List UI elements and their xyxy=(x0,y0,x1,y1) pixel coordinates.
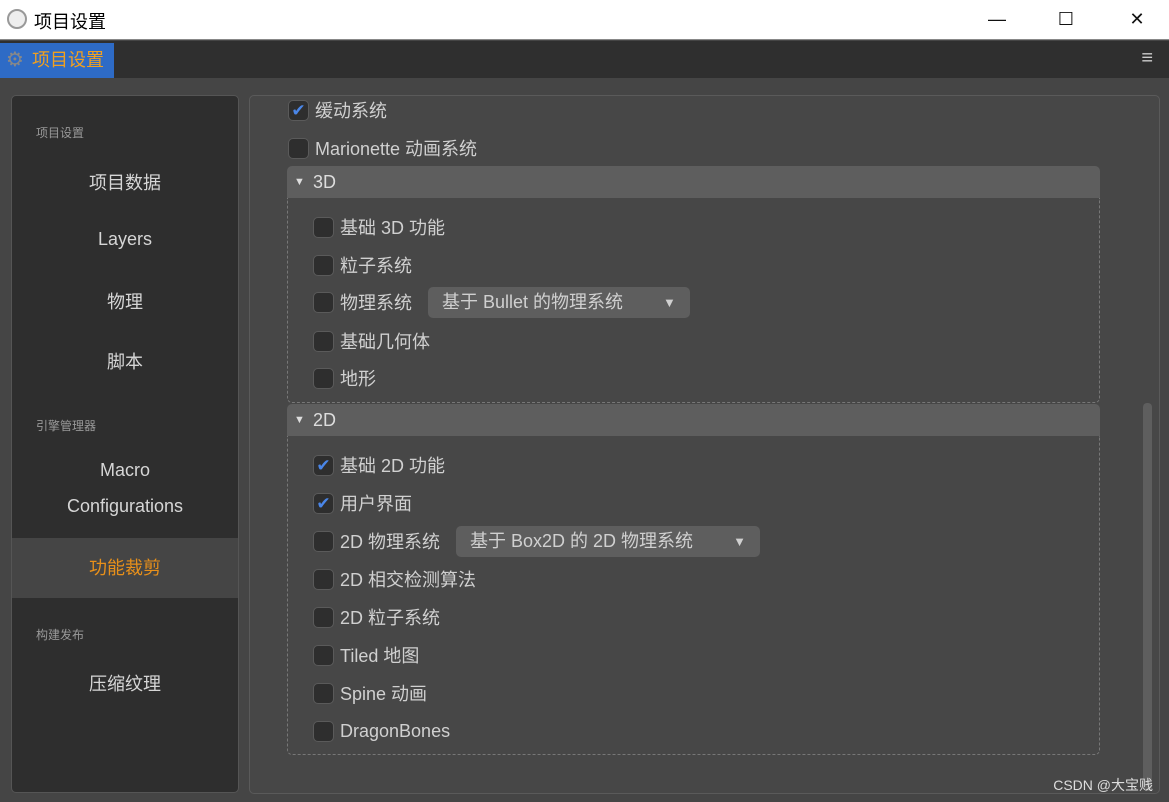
sidebar-item-project-data[interactable]: 项目数据 xyxy=(12,169,238,195)
sidebar-item-physics[interactable]: 物理 xyxy=(12,288,238,314)
checkbox-row: ✔ 用户界面 xyxy=(313,491,412,515)
select-value: 基于 Bullet 的物理系统 xyxy=(442,291,624,312)
checkbox[interactable] xyxy=(313,216,334,238)
checkbox[interactable]: ✔ xyxy=(313,492,334,514)
chevron-down-icon: ▼ xyxy=(663,294,676,310)
checkbox[interactable] xyxy=(313,644,334,666)
checkbox-row: 2D 物理系统 基于 Box2D 的 2D 物理系统 ▼ xyxy=(313,525,760,557)
checkbox-row: Spine 动画 xyxy=(313,681,427,705)
checkbox-label[interactable]: 2D 粒子系统 xyxy=(340,604,440,630)
sidebar-item-macro-configurations[interactable]: Macro Configurations xyxy=(12,452,238,516)
group-title: 3D xyxy=(313,172,337,192)
group-2d-body xyxy=(287,436,1100,755)
checkbox-label[interactable]: 2D 物理系统 xyxy=(340,528,440,554)
group-3d-header[interactable]: ▼ 3D xyxy=(287,166,1100,198)
checkbox-label[interactable]: 缓动系统 xyxy=(315,97,387,123)
sidebar-item-layers[interactable]: Layers xyxy=(12,229,238,250)
tab-label: 项目设置 xyxy=(32,50,104,70)
checkbox-row: 2D 粒子系统 xyxy=(313,605,440,629)
checkbox-row: 粒子系统 xyxy=(313,253,412,277)
checkbox-label[interactable]: 2D 相交检测算法 xyxy=(340,566,476,592)
gear-icon: ⚙ xyxy=(6,49,24,71)
select-value: 基于 Box2D 的 2D 物理系统 xyxy=(470,530,694,551)
tab-bar: ⚙ 项目设置 ≡ xyxy=(0,41,1169,78)
checkbox[interactable] xyxy=(313,720,334,742)
menu-icon[interactable]: ≡ xyxy=(1141,47,1153,70)
checkbox[interactable] xyxy=(313,291,334,313)
item-line: Macro xyxy=(99,460,150,480)
checkbox-row: ✔ 缓动系统 xyxy=(288,98,387,122)
checkbox-label[interactable]: 基础 2D 功能 xyxy=(340,452,445,478)
tab-project-settings[interactable]: ⚙ 项目设置 xyxy=(0,43,114,78)
chevron-down-icon: ▼ xyxy=(733,533,746,549)
dropdown-select[interactable]: 基于 Box2D 的 2D 物理系统 ▼ xyxy=(456,525,760,557)
group-title: 2D xyxy=(313,410,337,430)
checkbox-label[interactable]: Marionette 动画系统 xyxy=(315,135,477,161)
item-line: Configurations xyxy=(66,496,184,516)
checkbox[interactable] xyxy=(313,254,334,276)
checkbox-label[interactable]: 基础 3D 功能 xyxy=(340,214,445,240)
checkbox-label[interactable]: Tiled 地图 xyxy=(340,642,419,668)
window-title: 项目设置 xyxy=(34,12,106,32)
sidebar-item-scripts[interactable]: 脚本 xyxy=(12,348,238,374)
sidebar-item-feature-cropping[interactable]: 功能裁剪 xyxy=(12,538,238,598)
sidebar-item-texture-compression[interactable]: 压缩纹理 xyxy=(12,670,238,696)
title-bar: 项目设置 — ☐ ✕ xyxy=(0,0,1169,40)
caret-down-icon: ▼ xyxy=(294,176,305,188)
app-logo-icon xyxy=(7,9,27,29)
checkbox-row: ✔ 基础 2D 功能 xyxy=(313,453,445,477)
checkbox-label[interactable]: DragonBones xyxy=(340,721,450,742)
checkbox-label[interactable]: 地形 xyxy=(340,365,376,391)
checkbox[interactable] xyxy=(313,530,334,552)
maximize-button[interactable]: ☐ xyxy=(1043,4,1089,34)
checkbox-row: 物理系统 基于 Bullet 的物理系统 ▼ xyxy=(313,286,690,318)
checkbox-label[interactable]: 物理系统 xyxy=(340,289,412,315)
dropdown-select[interactable]: 基于 Bullet 的物理系统 ▼ xyxy=(428,286,690,318)
section-label: 引擎管理器 xyxy=(36,419,97,433)
checkbox[interactable] xyxy=(313,330,334,352)
checkbox-row: 基础几何体 xyxy=(313,329,430,353)
checkbox[interactable] xyxy=(288,137,309,159)
checkbox[interactable] xyxy=(313,682,334,704)
checkbox-row: 地形 xyxy=(313,366,376,390)
close-button[interactable]: ✕ xyxy=(1114,4,1160,34)
minimize-button[interactable]: — xyxy=(974,4,1020,34)
checkbox[interactable] xyxy=(313,606,334,628)
checkbox-label[interactable]: 基础几何体 xyxy=(340,328,430,354)
checkbox-row: 基础 3D 功能 xyxy=(313,215,445,239)
checkbox-label[interactable]: Spine 动画 xyxy=(340,680,427,706)
checkbox-row: Marionette 动画系统 xyxy=(288,136,477,160)
section-label: 构建发布 xyxy=(36,628,85,642)
checkbox-label[interactable]: 用户界面 xyxy=(340,490,412,516)
checkbox[interactable] xyxy=(313,568,334,590)
group-2d-header[interactable]: ▼ 2D xyxy=(287,404,1100,436)
scrollbar[interactable] xyxy=(1143,403,1152,791)
checkbox[interactable] xyxy=(313,367,334,389)
checkbox-row: DragonBones xyxy=(313,719,450,743)
caret-down-icon: ▼ xyxy=(294,414,305,426)
checkbox[interactable]: ✔ xyxy=(313,454,334,476)
checkbox[interactable]: ✔ xyxy=(288,99,309,121)
checkbox-row: 2D 相交检测算法 xyxy=(313,567,476,591)
watermark: CSDN @大宝贱 xyxy=(1053,777,1153,793)
checkbox-row: Tiled 地图 xyxy=(313,643,419,667)
sidebar: 项目设置 项目数据 Layers 物理 脚本 引擎管理器 Macro Confi… xyxy=(11,95,239,793)
section-label: 项目设置 xyxy=(36,126,85,140)
checkbox-label[interactable]: 粒子系统 xyxy=(340,252,412,278)
